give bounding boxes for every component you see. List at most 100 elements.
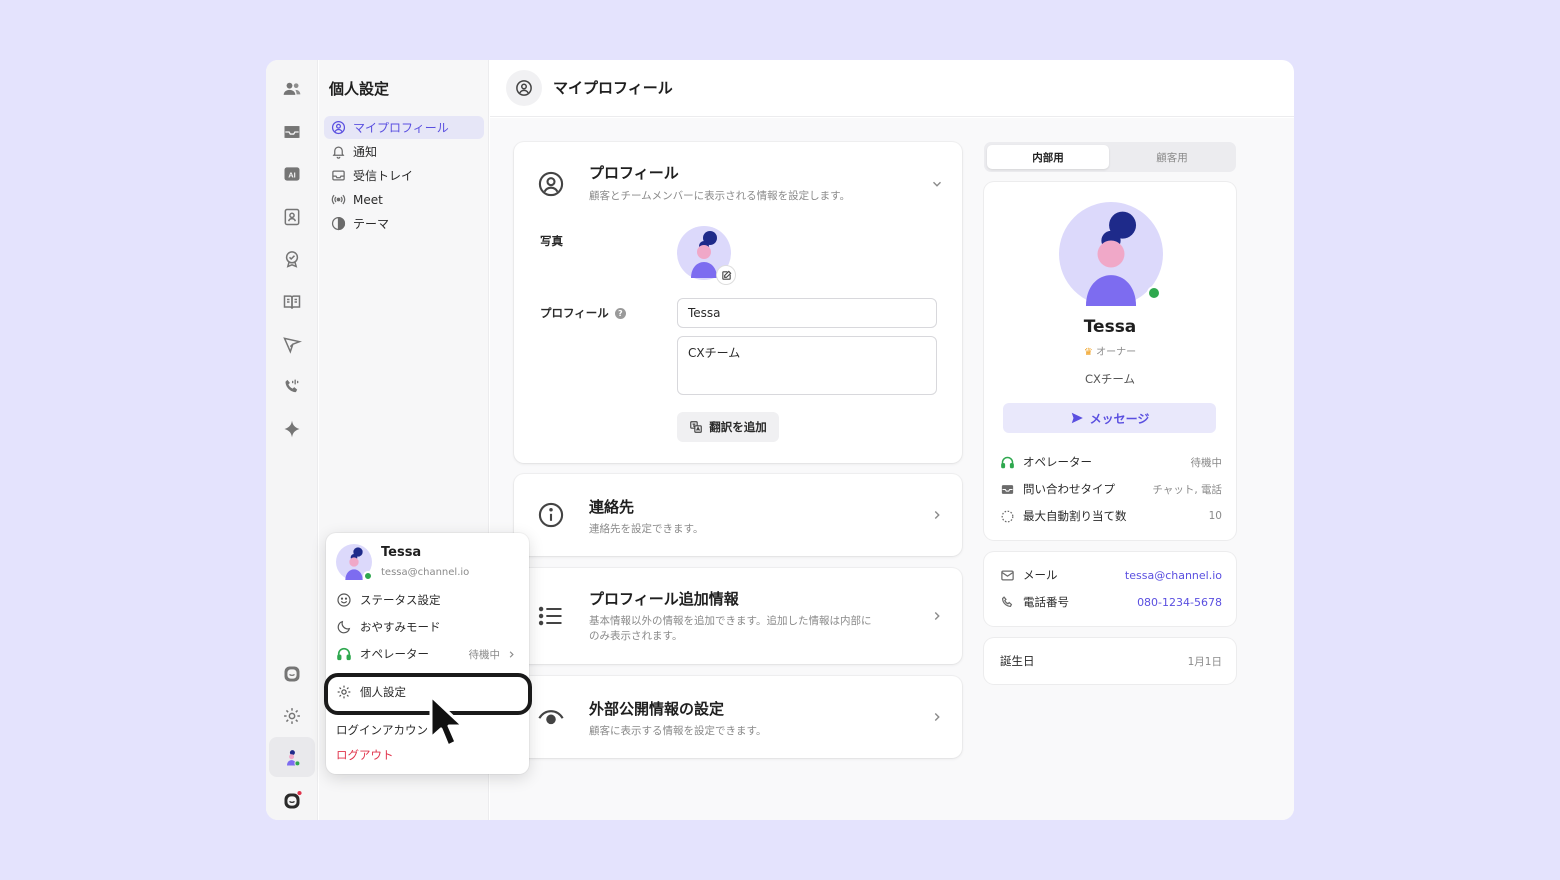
nav-item-theme[interactable]: テーマ bbox=[324, 212, 484, 235]
user-circle-icon bbox=[506, 70, 542, 106]
public-info-desc: 顧客に表示する情報を設定できます。 bbox=[589, 725, 767, 737]
public-info-title: 外部公開情報の設定 bbox=[589, 700, 725, 718]
message-button-label: メッセージ bbox=[1089, 411, 1150, 426]
channel-talk-icon[interactable] bbox=[280, 662, 304, 686]
inbox-icon[interactable] bbox=[280, 120, 304, 144]
preview-avatar bbox=[1059, 202, 1163, 306]
phone-row: 電話番号 080-1234-5678 bbox=[1000, 593, 1222, 611]
birthday-row: 誕生日 1月1日 bbox=[1000, 652, 1222, 670]
operator-status-text: 待機中 bbox=[468, 648, 501, 661]
translate-icon bbox=[689, 420, 703, 434]
popup-avatar bbox=[336, 544, 373, 581]
profile-photo[interactable] bbox=[677, 226, 735, 284]
inbox-icon bbox=[331, 168, 346, 183]
icon-rail: AI bbox=[266, 60, 318, 820]
preview-name: Tessa bbox=[1083, 317, 1137, 337]
operator-label: オペレーター bbox=[1023, 455, 1092, 469]
edit-photo-icon[interactable] bbox=[717, 266, 735, 284]
profile-card-title: プロフィール bbox=[589, 164, 679, 182]
phone-label: 電話番号 bbox=[1023, 595, 1069, 609]
nav-item-inbox[interactable]: 受信トレイ bbox=[324, 164, 484, 187]
message-button[interactable]: メッセージ bbox=[1003, 403, 1216, 433]
add-translation-button[interactable]: 翻訳を追加 bbox=[677, 412, 779, 442]
nav-item-label: 受信トレイ bbox=[353, 169, 414, 183]
eye-icon bbox=[536, 702, 566, 732]
inquiry-type-value: チャット, 電話 bbox=[1152, 483, 1222, 496]
max-assign-row: 最大自動割り当て数 10 bbox=[1000, 507, 1222, 525]
operator-item[interactable]: オペレーター 待機中 bbox=[336, 644, 517, 664]
book-icon[interactable] bbox=[280, 290, 304, 314]
help-icon[interactable]: ? bbox=[614, 307, 626, 319]
logout-label: ログアウト bbox=[336, 748, 394, 762]
login-account-item[interactable]: ログインアカウント bbox=[336, 720, 517, 740]
sparkle-icon[interactable] bbox=[280, 417, 304, 441]
moon-icon bbox=[336, 619, 352, 635]
extra-info-title: プロフィール追加情報 bbox=[589, 590, 739, 608]
contacts-icon[interactable] bbox=[280, 205, 304, 229]
login-account-label: ログインアカウント bbox=[336, 723, 440, 737]
nav-item-notifications[interactable]: 通知 bbox=[324, 140, 484, 163]
popup-name: Tessa bbox=[381, 545, 422, 560]
info-circle-icon bbox=[536, 500, 566, 530]
list-icon bbox=[536, 601, 566, 631]
ai-icon[interactable]: AI bbox=[280, 162, 304, 186]
sleep-mode-item[interactable]: おやすみモード bbox=[336, 617, 517, 637]
team-textarea[interactable]: CXチーム bbox=[677, 336, 937, 395]
mouse-cursor-icon bbox=[429, 694, 465, 748]
status-settings-item[interactable]: ステータス設定 bbox=[336, 590, 517, 610]
email-label: メール bbox=[1023, 568, 1058, 582]
chevron-right-icon bbox=[934, 713, 940, 721]
add-translation-label: 翻訳を追加 bbox=[709, 420, 767, 434]
profile-label: プロフィール ? bbox=[540, 305, 626, 321]
contact-card-title: 連絡先 bbox=[589, 498, 635, 516]
birthday-value: 1月1日 bbox=[1187, 655, 1222, 668]
extra-info-card[interactable]: プロフィール追加情報 基本情報以外の情報を追加できます。追加した情報は内部に の… bbox=[514, 568, 962, 664]
avatar[interactable] bbox=[280, 746, 304, 770]
chevron-down-icon[interactable] bbox=[930, 177, 944, 191]
contact-card[interactable]: 連絡先 連絡先を設定できます。 bbox=[514, 474, 962, 556]
preview-card: Tessa ♛ オーナー CXチーム メッセージ オペレーター 待機中 問い合わ… bbox=[984, 182, 1236, 540]
page-title: マイプロフィール bbox=[553, 79, 673, 97]
email-value[interactable]: tessa@channel.io bbox=[1125, 569, 1222, 582]
phone-value[interactable]: 080-1234-5678 bbox=[1137, 596, 1222, 609]
phone-icon[interactable] bbox=[280, 375, 304, 399]
email-row: メール tessa@channel.io bbox=[1000, 566, 1222, 584]
contrast-icon bbox=[331, 216, 346, 231]
tab-customer[interactable]: 顧客用 bbox=[1111, 145, 1233, 169]
nav-item-label: Meet bbox=[353, 192, 383, 207]
gear-icon[interactable] bbox=[280, 704, 304, 728]
broadcast-icon bbox=[331, 192, 346, 207]
chevron-right-icon bbox=[509, 650, 514, 658]
operator-item-value: 待機中 bbox=[469, 647, 518, 662]
tab-internal[interactable]: 内部用 bbox=[987, 145, 1109, 169]
crown-icon: ♛ bbox=[1083, 347, 1093, 358]
nav-item-meet[interactable]: Meet bbox=[324, 188, 484, 211]
headset-icon bbox=[1000, 455, 1015, 470]
smile-icon bbox=[336, 592, 352, 608]
extra-info-desc-line1: 基本情報以外の情報を追加できます。追加した情報は内部に bbox=[589, 615, 872, 627]
phone-icon bbox=[1000, 595, 1015, 610]
send-icon[interactable] bbox=[280, 333, 304, 357]
nav-item-label: 通知 bbox=[353, 145, 378, 159]
preview-team: CXチーム bbox=[1084, 372, 1136, 386]
extra-info-desc-line2: のみ表示されます。 bbox=[589, 630, 683, 642]
nav-item-my-profile[interactable]: マイプロフィール bbox=[324, 116, 484, 139]
team-chat-icon[interactable] bbox=[280, 77, 304, 101]
chevron-right-icon bbox=[934, 612, 940, 620]
channel-logo-icon[interactable] bbox=[280, 789, 304, 813]
preview-tabs: 内部用 顧客用 bbox=[984, 142, 1236, 172]
preview-role-label: オーナー bbox=[1096, 347, 1137, 358]
status-settings-label: ステータス設定 bbox=[360, 593, 441, 607]
inbox-icon bbox=[1000, 482, 1015, 497]
user-circle-icon bbox=[331, 120, 346, 135]
public-info-card[interactable]: 外部公開情報の設定 顧客に表示する情報を設定できます。 bbox=[514, 676, 962, 758]
inquiry-type-row: 問い合わせタイプ チャット, 電話 bbox=[1000, 480, 1222, 498]
name-input[interactable]: Tessa bbox=[677, 298, 937, 328]
inquiry-type-label: 問い合わせタイプ bbox=[1023, 482, 1115, 496]
svg-text:AI: AI bbox=[288, 170, 296, 179]
profile-card-desc: 顧客とチームメンバーに表示される情報を設定します。 bbox=[589, 190, 851, 202]
popup-email: tessa@channel.io bbox=[381, 567, 470, 578]
logout-item[interactable]: ログアウト bbox=[336, 745, 517, 765]
operator-value: 待機中 bbox=[1190, 456, 1223, 469]
badge-check-icon[interactable] bbox=[280, 247, 304, 271]
